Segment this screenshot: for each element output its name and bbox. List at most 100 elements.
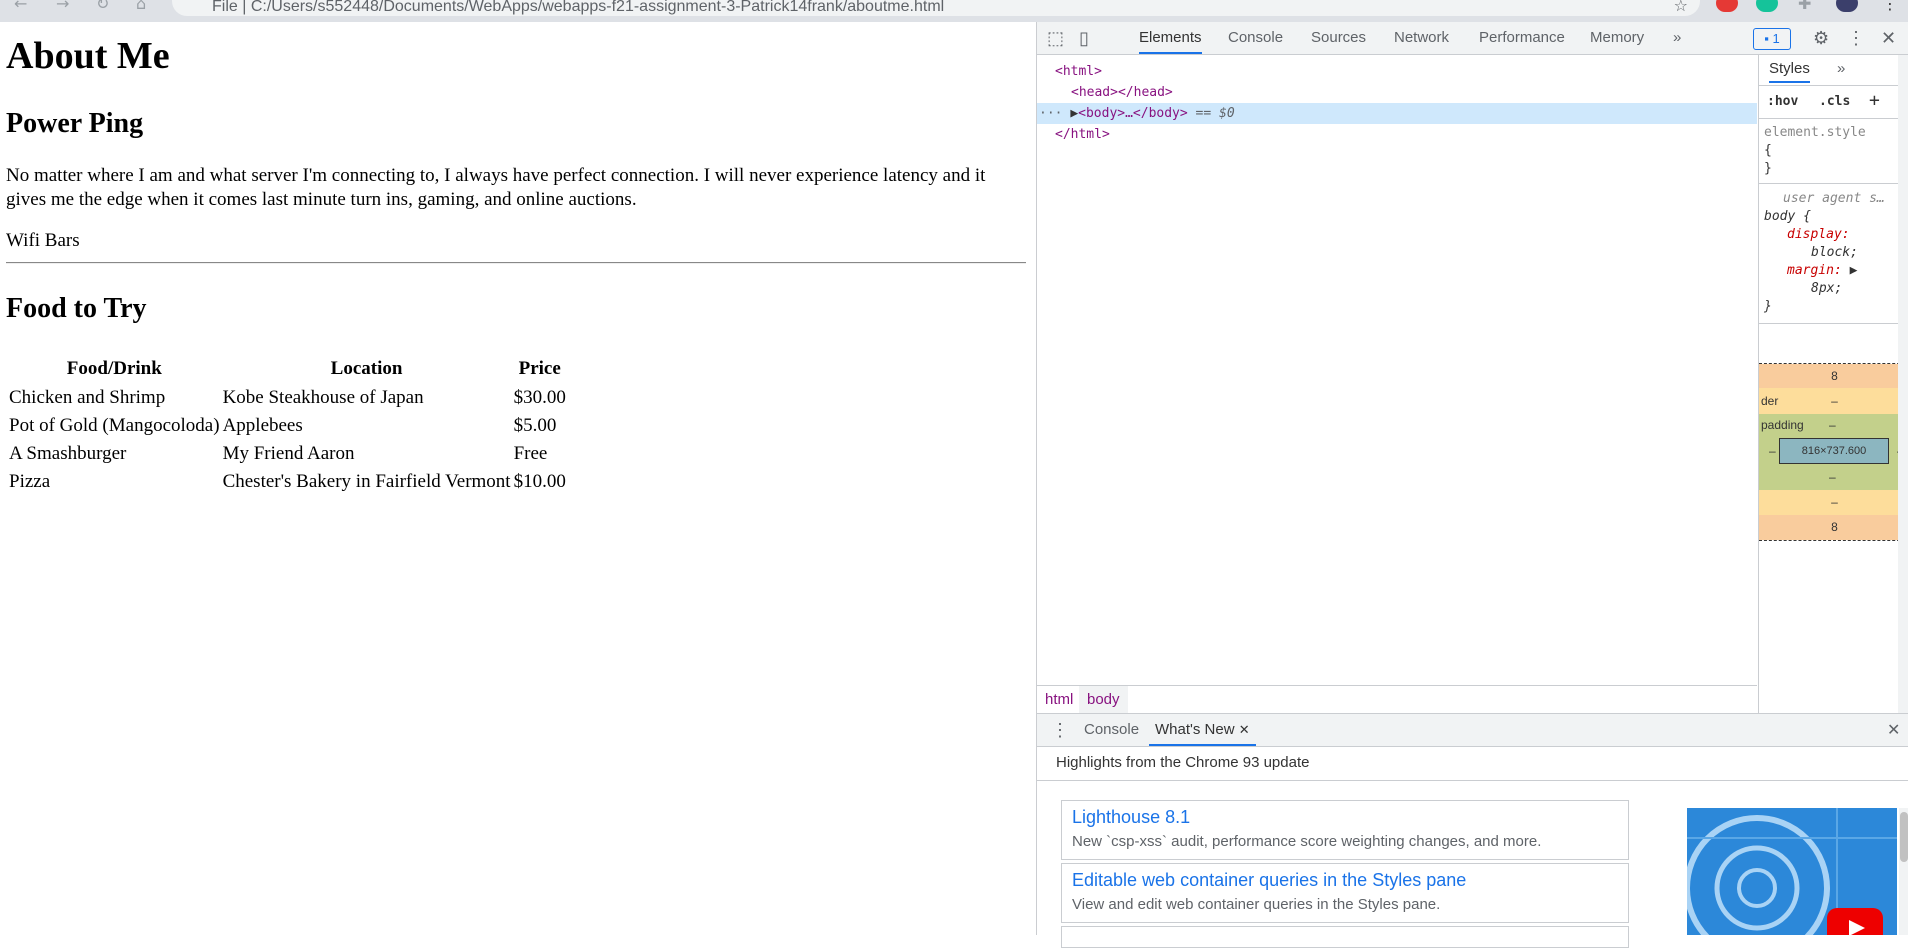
node-actions-icon[interactable]: ··· (1037, 106, 1062, 121)
devtools-toolbar: ⬚ ▯ Elements Console Sources Network Per… (1037, 22, 1908, 55)
devtools-menu-icon[interactable]: ⋮ (1847, 28, 1865, 49)
grammarly-icon[interactable] (1756, 0, 1778, 12)
new-rule-icon[interactable]: + (1869, 90, 1880, 111)
browser-menu-icon[interactable]: ⋮ (1882, 0, 1898, 13)
body-selector: body { (1764, 209, 1811, 224)
drawer-tab-console[interactable]: Console (1084, 714, 1139, 746)
tab-network[interactable]: Network (1394, 22, 1449, 54)
border-row: der – (1759, 388, 1908, 414)
margin-bottom: 8 (1759, 515, 1908, 540)
inspect-element-icon[interactable]: ⬚ (1047, 28, 1064, 49)
brace-close-body: } (1764, 299, 1772, 314)
table-cell: My Friend Aaron (222, 442, 355, 464)
padding-box: padding – – – 816×737.600 – (1759, 414, 1908, 490)
border-bottom: – (1759, 490, 1908, 515)
youtube-play-icon[interactable] (1827, 908, 1883, 935)
dom-node-body[interactable]: ··· ▶<body>…</body> == $0 (1037, 103, 1757, 124)
val-margin: 8px; (1811, 281, 1843, 296)
table-row: Pot of Gold (Mangocoloda) Applebees $5.0… (9, 413, 566, 438)
close-devtools-icon[interactable]: ✕ (1881, 28, 1896, 49)
section-title-power-ping: Power Ping (6, 108, 144, 139)
brace-open: { (1764, 143, 1772, 158)
power-ping-paragraph: No matter where I am and what server I'm… (6, 165, 986, 210)
feature-description: View and edit web container queries in t… (1072, 896, 1441, 913)
feature-title[interactable]: Editable web container queries in the St… (1072, 870, 1466, 891)
home-icon[interactable]: ⌂ (136, 0, 146, 13)
drawer-tab-whats-new[interactable]: What's New ✕ (1149, 714, 1256, 746)
val-display: block; (1811, 245, 1858, 260)
dom-node-html[interactable]: <html> (1037, 61, 1775, 82)
brace-close: } (1764, 161, 1772, 176)
table-row: Chicken and Shrimp Kobe Steakhouse of Ja… (9, 385, 566, 410)
forward-icon[interactable]: → (56, 0, 69, 13)
close-tab-icon[interactable]: ✕ (1239, 722, 1250, 737)
table-cell: $5.00 (513, 414, 557, 436)
prop-margin: margin: ▶ (1787, 263, 1858, 278)
table-cell: Chester's Bakery in Fairfield Vermont (222, 470, 511, 492)
rule-divider (1759, 183, 1908, 184)
rule-divider (1759, 323, 1908, 324)
expand-arrow-icon[interactable]: ▶ (1070, 106, 1078, 121)
dom-node-head[interactable]: <head></head> (1037, 82, 1791, 103)
breadcrumb-html[interactable]: html (1037, 686, 1081, 714)
divider (6, 262, 1026, 264)
video-thumbnail[interactable] (1687, 808, 1897, 935)
table-cell: Applebees (222, 414, 303, 436)
back-icon[interactable]: ← (14, 0, 27, 13)
drawer-menu-icon[interactable]: ⋮ (1051, 720, 1069, 741)
styles-scrollbar[interactable] (1898, 55, 1908, 713)
address-bar[interactable]: File | C:/Users/s552448/Documents/WebApp… (172, 0, 1700, 16)
box-model-diagram: 8 der – padding – – – 816×737.600 – – 8 (1759, 363, 1908, 541)
styles-filter-bar: :hov .cls + (1759, 86, 1908, 119)
table-header-row: Food/Drink Location Price (9, 356, 566, 382)
drawer-scrollbar[interactable] (1899, 808, 1908, 935)
cls-toggle[interactable]: .cls (1819, 94, 1850, 109)
feature-title[interactable]: Lighthouse 8.1 (1072, 807, 1190, 828)
page-title: About Me (6, 35, 170, 77)
tab-styles[interactable]: Styles (1769, 60, 1810, 83)
tab-sources[interactable]: Sources (1311, 22, 1366, 54)
drawer-tabbar: ⋮ Console What's New ✕ ✕ (1037, 713, 1908, 747)
bookmark-star-icon[interactable]: ☆ (1674, 0, 1688, 15)
more-tabs-icon[interactable]: » (1673, 22, 1681, 54)
hov-toggle[interactable]: :hov (1767, 94, 1798, 109)
devtools-panel: ⬚ ▯ Elements Console Sources Network Per… (1036, 22, 1908, 948)
element-style-selector: element.style (1764, 125, 1866, 140)
tab-elements[interactable]: Elements (1139, 22, 1202, 54)
dom-tree: <html> <head></head> ··· ▶<body>…</body>… (1037, 55, 1757, 685)
whats-new-subtitle: Highlights from the Chrome 93 update (1056, 754, 1310, 771)
image-alt-text: Wifi Bars (6, 230, 80, 251)
table-cell: $30.00 (513, 386, 566, 408)
breadcrumb: html body (1037, 685, 1757, 714)
tab-console[interactable]: Console (1228, 22, 1283, 54)
issues-badge[interactable]: ▪ 1 (1753, 28, 1791, 50)
table-cell: $10.00 (513, 470, 566, 492)
user-agent-label: user agent s… (1783, 191, 1885, 206)
page-viewport: About Me Power Ping No matter where I am… (0, 22, 1036, 935)
tab-memory[interactable]: Memory (1590, 22, 1644, 54)
dom-node-html-close: </html> (1055, 127, 1110, 142)
food-table: Food/Drink Location Price Chicken and Sh… (6, 353, 569, 497)
table-cell: Kobe Steakhouse of Japan (222, 386, 424, 408)
avatar[interactable] (1836, 0, 1858, 12)
extensions-puzzle-icon[interactable]: ✚ (1798, 0, 1811, 13)
table-row: Pizza Chester's Bakery in Fairfield Verm… (9, 469, 566, 494)
settings-gear-icon[interactable]: ⚙ (1813, 28, 1829, 49)
feature-card[interactable]: Lighthouse 8.1 New `csp-xss` audit, perf… (1061, 800, 1629, 860)
feature-card[interactable]: Editable web container queries in the St… (1061, 863, 1629, 923)
tab-performance[interactable]: Performance (1479, 22, 1565, 54)
section-title-food: Food to Try (6, 293, 147, 324)
close-drawer-icon[interactable]: ✕ (1887, 720, 1900, 740)
more-panes-icon[interactable]: » (1837, 60, 1845, 77)
device-toolbar-icon[interactable]: ▯ (1079, 28, 1089, 49)
url-text: File | C:/Users/s552448/Documents/WebApp… (212, 0, 945, 15)
margin-top: 8 (1759, 364, 1908, 388)
extension-icon[interactable] (1716, 0, 1738, 12)
table-cell: Pot of Gold (Mangocoloda) (9, 414, 220, 436)
table-cell: Pizza (9, 470, 51, 492)
broken-image-icon: Wifi Bars (6, 230, 80, 252)
feature-card[interactable] (1061, 926, 1629, 948)
breadcrumb-body[interactable]: body (1079, 686, 1128, 714)
reload-icon[interactable]: ↻ (96, 0, 109, 13)
styles-tabbar: Styles » (1759, 55, 1908, 86)
